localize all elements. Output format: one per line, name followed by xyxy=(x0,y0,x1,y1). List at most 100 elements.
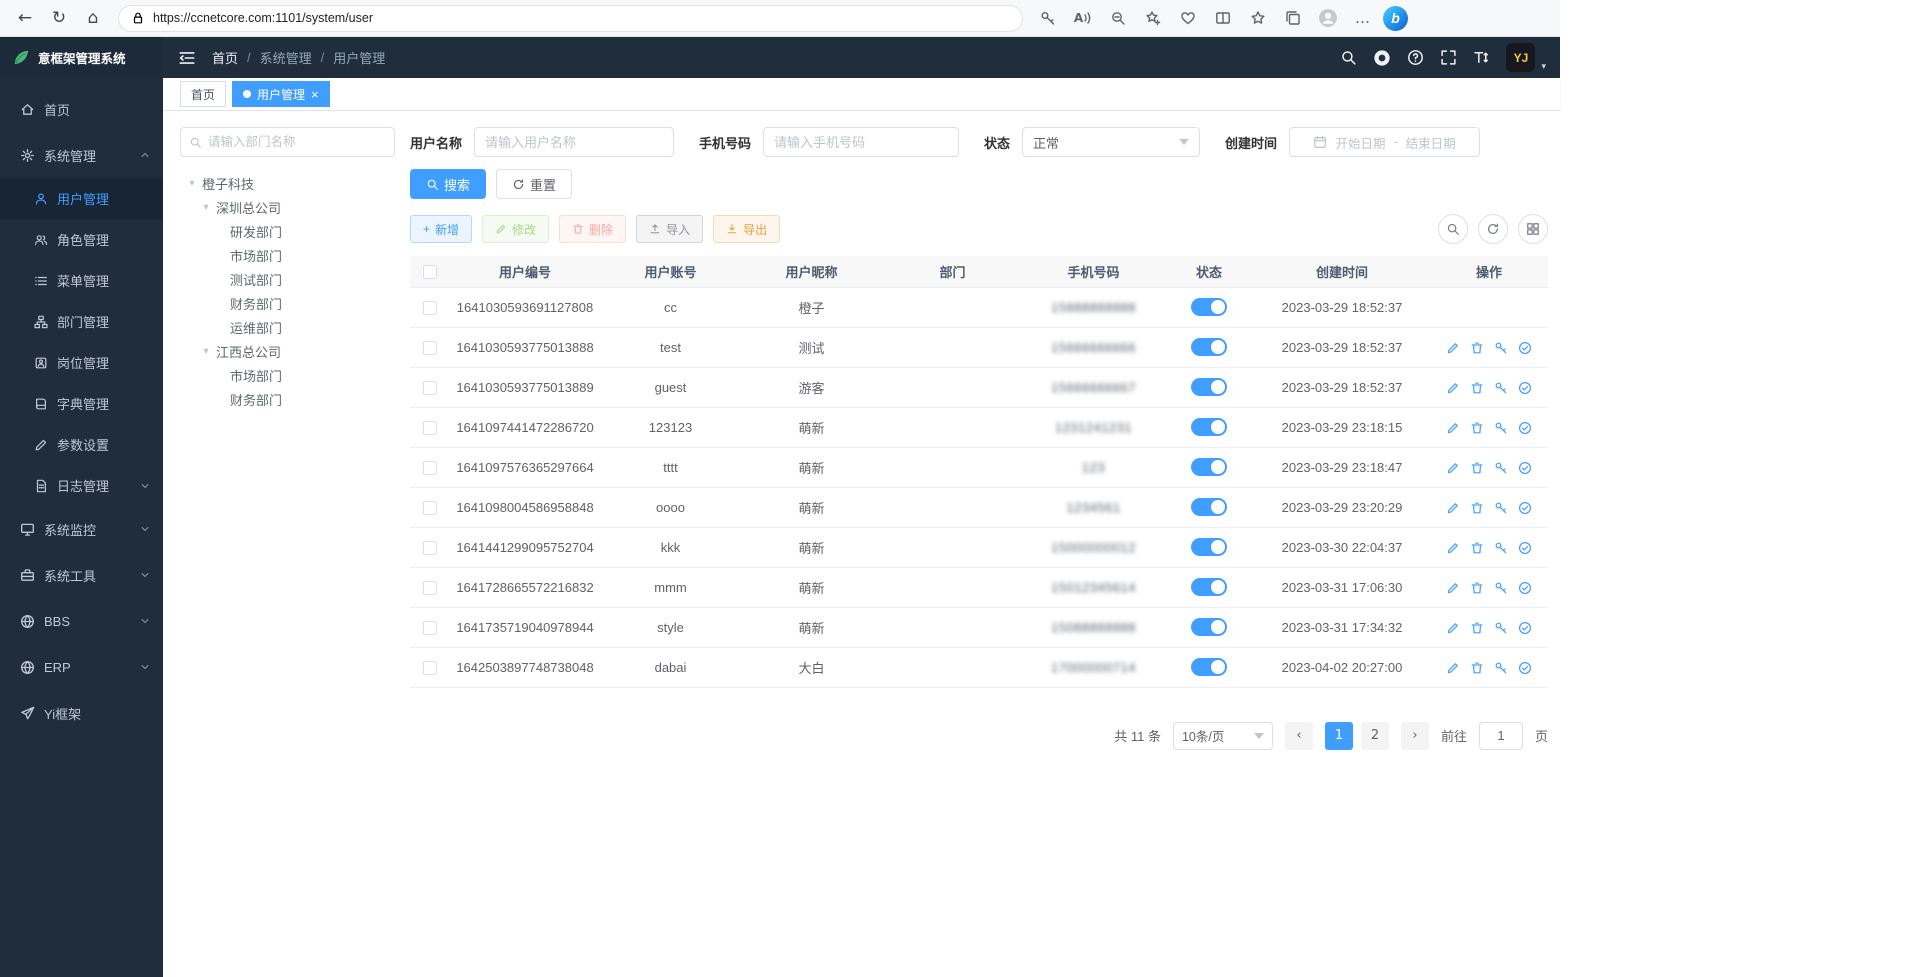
assign-role-icon[interactable] xyxy=(1518,461,1532,475)
page-number-button[interactable]: 1 xyxy=(1325,722,1353,750)
collections-icon[interactable] xyxy=(1278,4,1307,33)
status-toggle[interactable] xyxy=(1191,338,1227,356)
row-checkbox[interactable] xyxy=(423,421,437,435)
assign-role-icon[interactable] xyxy=(1518,581,1532,595)
dept-search-input[interactable] xyxy=(208,135,386,149)
row-delete-icon[interactable] xyxy=(1470,461,1484,475)
bing-icon[interactable]: b xyxy=(1383,6,1408,31)
row-edit-icon[interactable] xyxy=(1446,581,1460,595)
reset-password-icon[interactable] xyxy=(1494,541,1508,555)
add-button[interactable]: + 新增 xyxy=(410,215,472,243)
reset-password-icon[interactable] xyxy=(1494,621,1508,635)
status-toggle[interactable] xyxy=(1191,618,1227,636)
favorites-icon[interactable] xyxy=(1243,4,1272,33)
tree-expand-icon[interactable]: ▾ xyxy=(186,178,198,189)
status-toggle[interactable] xyxy=(1191,498,1227,516)
page-size-select[interactable]: 10条/页 xyxy=(1173,722,1273,750)
row-delete-icon[interactable] xyxy=(1470,541,1484,555)
sidebar-item-monitor[interactable]: 系统监控 xyxy=(0,506,163,552)
user-avatar[interactable]: YJ xyxy=(1506,43,1535,72)
zoom-out-icon[interactable] xyxy=(1103,4,1132,33)
sidebar-item-role[interactable]: 角色管理 xyxy=(0,219,163,260)
row-checkbox[interactable] xyxy=(423,621,437,635)
reset-password-icon[interactable] xyxy=(1494,661,1508,675)
date-range-picker[interactable]: 开始日期 - 结束日期 xyxy=(1289,127,1480,157)
tree-expand-icon[interactable]: ▾ xyxy=(200,202,212,213)
row-edit-icon[interactable] xyxy=(1446,461,1460,475)
status-toggle[interactable] xyxy=(1191,418,1227,436)
reset-button[interactable]: 重置 xyxy=(496,169,572,199)
sidebar-item-param[interactable]: 参数设置 xyxy=(0,424,163,465)
close-icon[interactable]: × xyxy=(311,88,319,101)
row-checkbox[interactable] xyxy=(423,381,437,395)
assign-role-icon[interactable] xyxy=(1518,541,1532,555)
sidebar-item-tools[interactable]: 系统工具 xyxy=(0,552,163,598)
next-page-button[interactable]: › xyxy=(1401,722,1429,750)
breadcrumb-item-home[interactable]: 首页 xyxy=(212,48,238,67)
sidebar-item-bbs[interactable]: BBS xyxy=(0,598,163,644)
font-size-icon[interactable] xyxy=(1473,49,1490,66)
split-screen-icon[interactable] xyxy=(1208,4,1237,33)
row-edit-icon[interactable] xyxy=(1446,381,1460,395)
app-logo[interactable]: 意框架管理系统 xyxy=(0,37,163,78)
reset-password-icon[interactable] xyxy=(1494,501,1508,515)
assign-role-icon[interactable] xyxy=(1518,661,1532,675)
row-edit-icon[interactable] xyxy=(1446,621,1460,635)
tree-node[interactable]: ▾市场部门 xyxy=(180,363,395,387)
search-button[interactable]: 搜索 xyxy=(410,169,486,199)
home-icon[interactable]: ⌂ xyxy=(78,3,108,33)
phone-input[interactable] xyxy=(763,127,959,157)
row-edit-icon[interactable] xyxy=(1446,501,1460,515)
read-aloud-icon[interactable]: A xyxy=(1068,4,1097,33)
sidebar-item-dept[interactable]: 部门管理 xyxy=(0,301,163,342)
row-edit-icon[interactable] xyxy=(1446,661,1460,675)
reset-password-icon[interactable] xyxy=(1494,581,1508,595)
browser-essentials-icon[interactable] xyxy=(1173,4,1202,33)
fullscreen-icon[interactable] xyxy=(1440,49,1457,66)
address-bar[interactable]: https://ccnetcore.com:1101/system/user xyxy=(118,5,1023,32)
prev-page-button[interactable]: ‹ xyxy=(1285,722,1313,750)
tree-node[interactable]: ▾江西总公司 xyxy=(180,339,395,363)
tab-user-management[interactable]: 用户管理 × xyxy=(232,81,330,107)
refresh-table-button[interactable] xyxy=(1478,214,1508,244)
reload-icon[interactable]: ↻ xyxy=(44,3,74,33)
password-key-icon[interactable] xyxy=(1033,4,1062,33)
row-checkbox[interactable] xyxy=(423,501,437,515)
favorites-add-icon[interactable] xyxy=(1138,4,1167,33)
sidebar-item-dict[interactable]: 字典管理 xyxy=(0,383,163,424)
assign-role-icon[interactable] xyxy=(1518,341,1532,355)
row-delete-icon[interactable] xyxy=(1470,381,1484,395)
row-edit-icon[interactable] xyxy=(1446,341,1460,355)
tree-node[interactable]: ▾深圳总公司 xyxy=(180,195,395,219)
profile-avatar[interactable] xyxy=(1313,4,1342,33)
back-icon[interactable]: ← xyxy=(10,3,40,33)
tab-home[interactable]: 首页 xyxy=(180,81,226,107)
sidebar-item-system[interactable]: 系统管理 xyxy=(0,132,163,178)
sidebar-item-log[interactable]: 日志管理 xyxy=(0,465,163,506)
sidebar-item-user[interactable]: 用户管理 xyxy=(0,178,163,219)
tree-node[interactable]: ▾橙子科技 xyxy=(180,171,395,195)
row-checkbox[interactable] xyxy=(423,661,437,675)
row-checkbox[interactable] xyxy=(423,301,437,315)
breadcrumb-item-system[interactable]: 系统管理 xyxy=(260,48,312,67)
row-delete-icon[interactable] xyxy=(1470,621,1484,635)
sidebar-item-home[interactable]: 首页 xyxy=(0,86,163,132)
assign-role-icon[interactable] xyxy=(1518,501,1532,515)
sidebar-item-erp[interactable]: ERP xyxy=(0,644,163,690)
reset-password-icon[interactable] xyxy=(1494,461,1508,475)
sidebar-item-menu[interactable]: 菜单管理 xyxy=(0,260,163,301)
status-select[interactable]: 正常 xyxy=(1022,127,1200,157)
help-icon[interactable] xyxy=(1407,49,1424,66)
status-toggle[interactable] xyxy=(1191,658,1227,676)
tree-node[interactable]: ▾研发部门 xyxy=(180,219,395,243)
status-toggle[interactable] xyxy=(1191,298,1227,316)
row-delete-icon[interactable] xyxy=(1470,341,1484,355)
tree-expand-icon[interactable]: ▾ xyxy=(200,346,212,357)
menu-fold-icon[interactable] xyxy=(178,49,196,67)
assign-role-icon[interactable] xyxy=(1518,421,1532,435)
row-checkbox[interactable] xyxy=(423,541,437,555)
sidebar-item-post[interactable]: 岗位管理 xyxy=(0,342,163,383)
goto-page-input[interactable] xyxy=(1479,722,1523,750)
import-button[interactable]: 导入 xyxy=(636,215,703,243)
row-delete-icon[interactable] xyxy=(1470,581,1484,595)
